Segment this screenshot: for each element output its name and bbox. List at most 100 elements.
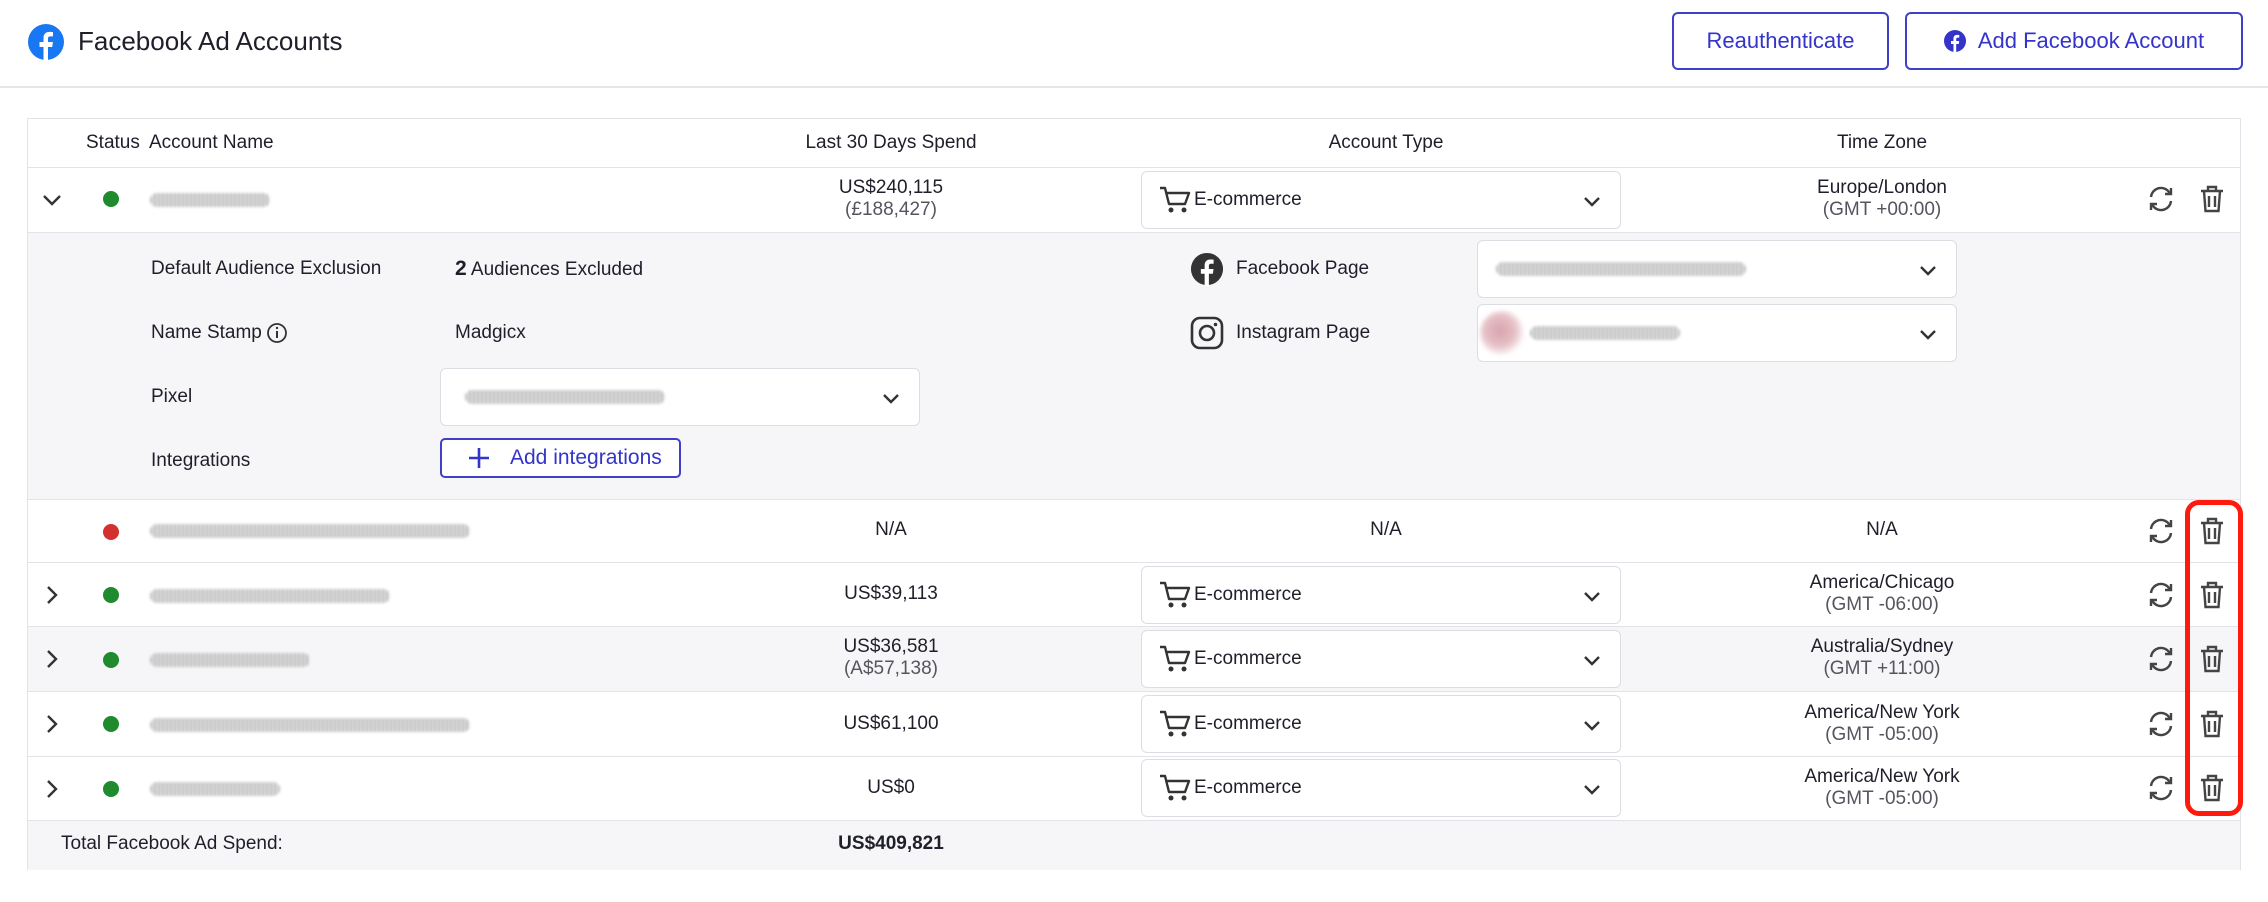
time-zone-value: America/New York [1804,766,1960,787]
refresh-icon[interactable] [2146,709,2176,739]
cart-icon [1160,645,1191,672]
facebook-page-name [1496,262,1746,276]
chevron-down-icon [1920,266,1936,276]
spend-value: N/A [875,519,907,540]
cart-icon [1160,774,1191,801]
divider [28,756,2240,757]
cart-icon [1160,581,1191,608]
audience-text: Audiences Excluded [470,259,644,280]
row-spend: US$240,115 (£188,427) [791,177,991,221]
time-zone-offset: (GMT -06:00) [1825,594,1939,615]
chevron-down-icon [1920,330,1936,340]
time-zone-offset: (GMT +00:00) [1822,199,1942,220]
chevron-down-icon [1584,656,1600,666]
chevron-right-icon[interactable] [40,647,64,671]
time-zone-offset: (GMT -05:00) [1825,788,1939,809]
facebook-icon [1190,252,1224,286]
account-name[interactable] [150,782,280,796]
row-time-zone: Australia/Sydney (GMT +11:00) [1732,636,2032,680]
instagram-icon [1190,316,1224,350]
facebook-icon [1943,30,1966,52]
time-zone-offset: (GMT -05:00) [1825,724,1939,745]
audience-exclusion-value[interactable]: 2 Audiences Excluded [455,256,643,283]
refresh-icon[interactable] [2146,184,2176,214]
name-stamp-label-group: Name Stamp [151,320,288,346]
account-type-select[interactable]: E-commerce [1141,630,1621,688]
time-zone-value: Europe/London [1817,177,1947,198]
account-name[interactable] [150,589,390,603]
status-dot-active [103,191,119,207]
add-facebook-account-label: Add Facebook Account [1977,28,2205,53]
total-label: Total Facebook Ad Spend: [61,833,283,854]
column-header-account-name: Account Name [149,132,274,153]
row-time-zone: America/Chicago (GMT -06:00) [1732,572,2032,616]
account-name[interactable] [150,524,470,538]
refresh-icon[interactable] [2146,580,2176,610]
account-name[interactable] [150,653,310,667]
account-type-value: E-commerce [1194,189,1302,210]
refresh-icon[interactable] [2146,773,2176,803]
chevron-down-icon [1584,785,1600,795]
status-dot-active [103,587,119,603]
account-name[interactable] [150,718,470,732]
account-type-select[interactable]: E-commerce [1141,759,1621,817]
facebook-page-label: Facebook Page [1236,258,1370,279]
chevron-down-icon[interactable] [40,188,64,212]
time-zone-value: N/A [1866,519,1898,540]
column-header-time-zone: Time Zone [1836,132,1928,153]
account-type-value: E-commerce [1194,584,1302,605]
column-header-account-type: Account Type [1328,132,1444,153]
reauthenticate-button[interactable]: Reauthenticate [1672,12,1889,70]
row-time-zone: America/New York (GMT -05:00) [1732,702,2032,746]
instagram-page-name [1530,326,1680,340]
row-time-zone: America/New York (GMT -05:00) [1732,766,2032,810]
time-zone-value: Australia/Sydney [1810,636,1954,657]
spend-value: US$36,581 [843,636,939,657]
add-facebook-account-button[interactable]: Add Facebook Account [1905,12,2243,70]
chevron-right-icon[interactable] [40,583,64,607]
account-type-value: N/A [1370,519,1402,540]
cart-icon [1160,186,1191,213]
account-type-select[interactable]: E-commerce [1141,566,1621,624]
status-dot-active [103,716,119,732]
row-time-zone: Europe/London (GMT +00:00) [1732,177,2032,221]
column-header-spend: Last 30 Days Spend [805,132,977,153]
chevron-down-icon [1584,197,1600,207]
facebook-page-select[interactable] [1477,240,1957,298]
refresh-icon[interactable] [2146,644,2176,674]
status-dot-inactive [103,524,119,540]
divider [28,167,2240,168]
refresh-icon[interactable] [2146,516,2176,546]
facebook-icon [28,24,64,60]
chevron-down-icon [883,394,899,404]
account-type-value: E-commerce [1194,713,1302,734]
name-stamp-label: Name Stamp [151,322,262,343]
status-dot-active [103,652,119,668]
total-row [28,820,2240,870]
divider [28,562,2240,563]
column-header-status: Status [86,132,140,153]
audience-count: 2 [455,257,467,280]
add-integrations-button[interactable]: Add integrations [440,438,681,478]
time-zone-value: America/Chicago [1809,572,1955,593]
add-integrations-label: Add integrations [510,446,662,469]
instagram-page-select[interactable] [1477,304,1957,362]
account-type-select[interactable]: E-commerce [1141,695,1621,753]
name-stamp-value: Madgicx [455,322,526,343]
reauthenticate-label: Reauthenticate [1706,28,1855,53]
pixel-select[interactable] [440,368,920,426]
info-icon[interactable] [266,322,288,344]
trash-icon[interactable] [2197,184,2227,214]
total-value: US$409,821 [838,833,944,854]
delete-column-highlight [2185,500,2243,816]
account-name[interactable] [150,193,270,207]
row-spend: US$36,581 (A$57,138) [791,636,991,680]
chevron-right-icon[interactable] [40,777,64,801]
instagram-page-label: Instagram Page [1236,322,1371,343]
status-dot-active [103,781,119,797]
audience-exclusion-label: Default Audience Exclusion [151,258,382,279]
cart-icon [1160,710,1191,737]
account-type-select[interactable]: E-commerce [1141,171,1621,229]
chevron-right-icon[interactable] [40,712,64,736]
page-title: Facebook Ad Accounts [78,26,343,56]
